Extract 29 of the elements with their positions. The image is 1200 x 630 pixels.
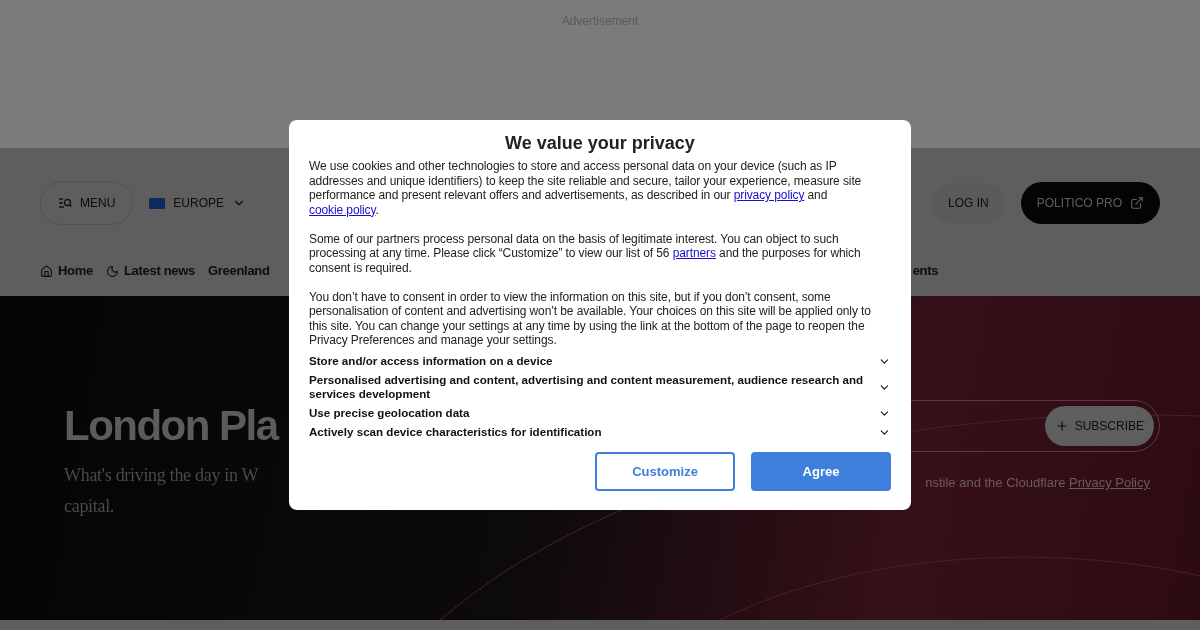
consent-paragraph: Some of our partners process personal data on the basis of legitimate interest. You can object to such processing at any time. Please click “Customize” to view our list of 56 partners and the purposes for which consent is required.	[309, 231, 862, 275]
purpose-row[interactable]: Store and/or access information on a device	[309, 354, 891, 368]
flag-icon	[149, 197, 166, 209]
consent-paragraph: We use cookies and other technologies to store and access personal data on your device (such as IP addresses and unique identifiers) to keep the site reliable and secure, tailor your experience, measure site performance and present relevant offers and advertisements, as described in our privacy policy and cookie policy.	[309, 159, 863, 217]
login-button[interactable]: LOG IN	[931, 183, 1005, 223]
policy-link[interactable]: cookie policy	[309, 202, 376, 217]
search-menu-icon	[58, 197, 72, 209]
nav-link[interactable]: ents	[912, 261, 939, 281]
hero-title: London Pla	[64, 401, 278, 451]
pro-button[interactable]: POLITICO PRO	[1020, 182, 1160, 224]
dialog-title: We value your privacy	[504, 132, 696, 154]
policy-link[interactable]: partners	[672, 246, 716, 260]
moon-icon	[105, 264, 119, 278]
privacy-policy-link[interactable]: Privacy Policy	[1069, 475, 1150, 490]
consent-paragraph: You don’t have to consent in order to view the information on this site, but if you don’t consent, some personalisation of content and advertising won’t be available. Your choices on this site will be applied only to this site. You can change your settings at any time by using the link at the bottom of the page to reopen the Privacy Preferences and manage your settings.	[309, 289, 872, 348]
hero-subtitle: What's driving the day in W capital.	[64, 464, 260, 518]
customize-button[interactable]: Customize	[595, 452, 735, 491]
subscribe-button[interactable]: SUBSCRIBE	[1044, 406, 1154, 446]
nav-link[interactable]: Greenland	[208, 261, 270, 281]
captcha-notice: nstile and the Cloudflare Privacy Policy	[925, 474, 1150, 492]
nav-link[interactable]: Latest news	[105, 261, 196, 281]
policy-link[interactable]: privacy policy	[733, 188, 805, 202]
external-link-icon	[1130, 196, 1144, 210]
plus-icon	[1054, 419, 1069, 433]
region-selector[interactable]: EUROPE	[149, 194, 247, 212]
home-icon	[40, 264, 53, 278]
purpose-row[interactable]: Personalised advertising and content, advertising and content measurement, audience research and services development	[309, 373, 891, 401]
nav-link[interactable]: Home	[40, 261, 93, 281]
agree-button[interactable]: Agree	[751, 452, 891, 491]
